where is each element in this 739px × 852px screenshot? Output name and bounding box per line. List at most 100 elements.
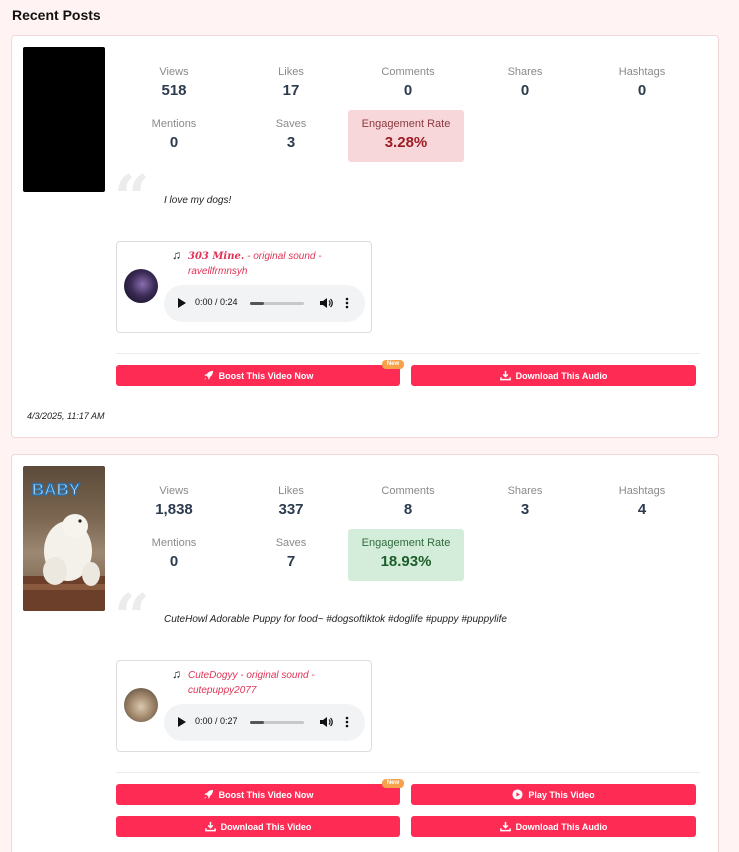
audio-player: 0:00 / 0:24 <box>164 285 365 322</box>
download-icon <box>204 821 216 832</box>
music-note-icon: ♫ <box>172 667 181 681</box>
stat-value: 518 <box>161 82 187 99</box>
stat-label: Comments <box>381 485 435 497</box>
boost-video-button[interactable]: Boost This Video Now <box>116 365 400 386</box>
volume-icon[interactable] <box>319 715 333 729</box>
audio-progress-fill <box>250 302 264 305</box>
stat-label: Views <box>159 66 189 78</box>
stat-label: Likes <box>278 66 304 78</box>
audio-player: 0:00 / 0:27 <box>164 704 365 741</box>
stat-value: 0 <box>637 82 647 99</box>
stat-comments: Comments 8 <box>350 483 466 535</box>
download-video-button[interactable]: Download This Video <box>116 816 400 837</box>
divider <box>116 353 700 354</box>
stat-saves: Saves 3 <box>233 116 349 168</box>
stat-likes: Likes 337 <box>233 483 349 535</box>
button-label: Download This Audio <box>515 821 608 832</box>
stat-saves: Saves 7 <box>233 535 349 587</box>
stat-likes: Likes 17 <box>233 64 349 116</box>
audio-time: 0:00 / 0:24 <box>195 297 238 307</box>
stat-value: 8 <box>403 501 413 518</box>
audio-name: CuteDogyy <box>188 670 238 681</box>
stat-hashtags: Hashtags 0 <box>584 64 700 116</box>
audio-progress-bar[interactable] <box>250 302 304 305</box>
stat-label: Mentions <box>151 537 197 549</box>
stat-value: 4 <box>637 501 647 518</box>
stat-label: Mentions <box>151 118 197 130</box>
button-label: Download This Audio <box>515 370 608 381</box>
stat-value: 0 <box>403 82 413 99</box>
play-circle-icon <box>512 789 523 800</box>
post-card: BABY Views 1,838 Likes 337 Comments 8 Sh… <box>11 454 719 852</box>
audio-title[interactable]: CuteDogyy - original sound - cutepuppy20… <box>188 668 363 698</box>
video-thumbnail[interactable] <box>23 47 105 192</box>
stat-comments: Comments 0 <box>350 64 466 116</box>
audio-time: 0:00 / 0:27 <box>195 716 238 726</box>
quote-icon: “ <box>114 580 150 653</box>
stat-label: Saves <box>275 537 307 549</box>
button-label: Boost This Video Now <box>218 789 314 800</box>
stat-value: 0 <box>169 134 179 151</box>
audio-card: ♫ CuteDogyy - original sound - cutepuppy… <box>116 660 372 752</box>
avatar <box>124 269 158 303</box>
avatar <box>124 688 158 722</box>
stat-label: Engagement Rate <box>361 118 451 130</box>
stat-value: 17 <box>282 82 300 99</box>
stat-value: 3 <box>286 134 296 151</box>
play-icon[interactable] <box>178 717 186 727</box>
stat-label: Views <box>159 485 189 497</box>
post-caption: CuteHowl Adorable Puppy for food~ #dogso… <box>164 614 507 625</box>
stat-label: Shares <box>507 66 543 78</box>
stat-label: Saves <box>275 118 307 130</box>
play-icon[interactable] <box>178 298 186 308</box>
audio-title[interactable]: 303 Mine. - original sound - ravellfrmns… <box>188 249 363 279</box>
stat-value: 0 <box>169 553 179 570</box>
stat-hashtags: Hashtags 4 <box>584 483 700 535</box>
new-badge: New <box>382 779 404 788</box>
stat-label: Likes <box>278 485 304 497</box>
button-label: Download This Video <box>220 821 312 832</box>
stat-label: Hashtags <box>618 66 666 78</box>
audio-name: 303 Mine. <box>188 251 245 262</box>
stat-label: Shares <box>507 485 543 497</box>
audio-progress-fill <box>250 721 264 724</box>
post-date: 4/3/2025, 11:17 AM <box>27 411 105 421</box>
stat-shares: Shares 0 <box>467 64 583 116</box>
stat-views: Views 1,838 <box>116 483 232 535</box>
boost-video-button[interactable]: Boost This Video Now <box>116 784 400 805</box>
download-audio-button[interactable]: Download This Audio <box>411 816 696 837</box>
stat-value: 7 <box>286 553 296 570</box>
volume-icon[interactable] <box>319 296 333 310</box>
stat-label: Comments <box>381 66 435 78</box>
stat-value: 0 <box>520 82 530 99</box>
puppy-image: BABY <box>23 479 105 611</box>
stat-engagement-rate: Engagement Rate 3.28% <box>348 110 464 162</box>
stat-value: 18.93% <box>380 553 432 570</box>
post-card: Views 518 Likes 17 Comments 0 Shares 0 H… <box>11 35 719 438</box>
stat-value: 1,838 <box>155 501 193 518</box>
thumbnail-text: BABY <box>32 480 81 499</box>
quote-icon: “ <box>114 161 150 234</box>
post-caption: I love my dogs! <box>164 195 232 206</box>
button-label: Play This Video <box>528 789 595 800</box>
rocket-icon <box>203 789 213 800</box>
page-title: Recent Posts <box>12 7 101 23</box>
new-badge: New <box>382 360 404 369</box>
download-icon <box>499 821 511 832</box>
video-thumbnail[interactable]: BABY <box>23 466 105 611</box>
more-vertical-icon[interactable] <box>344 715 350 729</box>
stat-engagement-rate: Engagement Rate 18.93% <box>348 529 464 581</box>
music-note-icon: ♫ <box>172 248 181 262</box>
stat-views: Views 518 <box>116 64 232 116</box>
audio-card: ♫ 303 Mine. - original sound - ravellfrm… <box>116 241 372 333</box>
more-vertical-icon[interactable] <box>344 296 350 310</box>
stat-value: 3.28% <box>384 134 428 151</box>
stat-shares: Shares 3 <box>467 483 583 535</box>
audio-progress-bar[interactable] <box>250 721 304 724</box>
download-icon <box>499 370 511 381</box>
button-label: Boost This Video Now <box>218 370 314 381</box>
divider <box>116 772 700 773</box>
stat-label: Hashtags <box>618 485 666 497</box>
play-video-button[interactable]: Play This Video <box>411 784 696 805</box>
download-audio-button[interactable]: Download This Audio <box>411 365 696 386</box>
